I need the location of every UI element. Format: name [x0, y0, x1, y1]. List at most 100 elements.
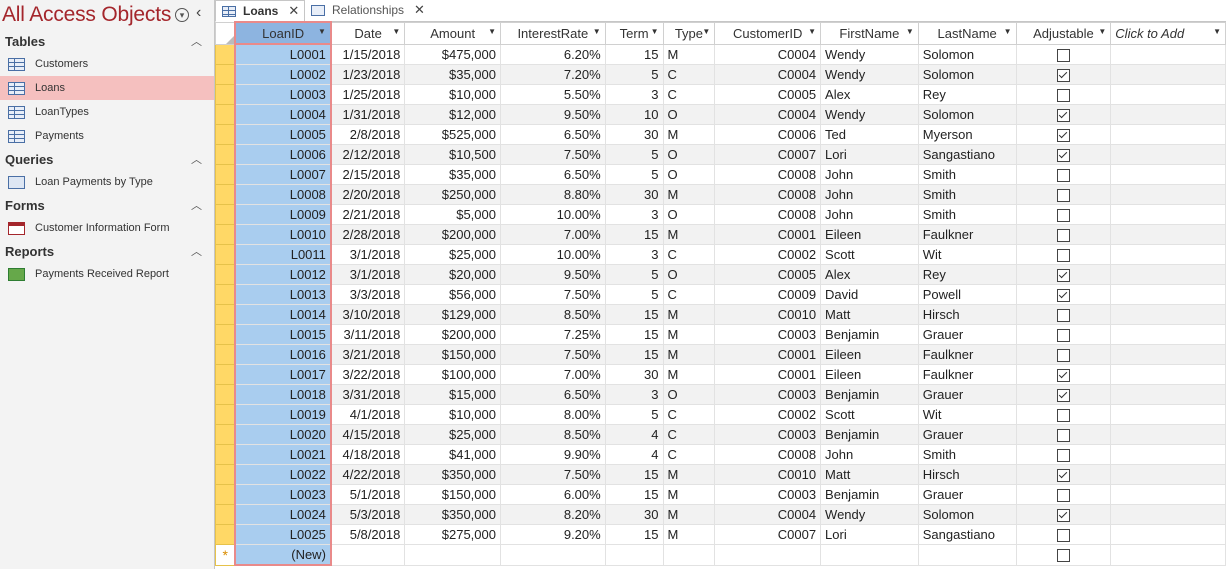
- cell-term[interactable]: 15: [604, 464, 664, 485]
- cell-amount[interactable]: $20,000: [404, 264, 501, 285]
- cell-interestrate[interactable]: 6.50%: [499, 164, 606, 185]
- table-row[interactable]: L0018 3/31/2018 $15,000 6.50% 3 O C0003 Benjami…: [215, 384, 1226, 405]
- cell-lastname[interactable]: Sangastiano: [917, 144, 1017, 165]
- adjustable-checkbox[interactable]: [1056, 89, 1070, 103]
- cell-adjustable[interactable]: [1015, 84, 1112, 105]
- cell-lastname[interactable]: Solomon: [917, 43, 1017, 65]
- cell-adjustable[interactable]: [1015, 184, 1112, 205]
- cell-date[interactable]: 5/8/2018: [330, 524, 406, 545]
- cell-click-to-add[interactable]: [1110, 244, 1226, 265]
- cell-click-to-add[interactable]: [1110, 104, 1226, 125]
- nav-group-reports[interactable]: Reports ︿: [0, 240, 214, 262]
- cell-loanid[interactable]: L0004: [234, 104, 332, 125]
- cell-firstname[interactable]: Scott: [820, 244, 919, 265]
- cell-loanid[interactable]: L0001: [234, 43, 332, 65]
- adjustable-checkbox[interactable]: [1056, 369, 1070, 383]
- cell-date[interactable]: 2/8/2018: [330, 124, 406, 145]
- cell-amount[interactable]: $100,000: [404, 364, 501, 385]
- table-row[interactable]: L0007 2/15/2018 $35,000 6.50% 5 O C0008 John Smi…: [215, 164, 1226, 185]
- cell-adjustable[interactable]: [1015, 224, 1112, 245]
- cell-date[interactable]: 1/25/2018: [330, 84, 406, 105]
- cell-interestrate[interactable]: 8.80%: [499, 184, 606, 205]
- cell-adjustable[interactable]: [1015, 304, 1112, 325]
- cell-click-to-add[interactable]: [1110, 184, 1226, 205]
- cell-loanid[interactable]: L0016: [234, 344, 332, 365]
- adjustable-checkbox[interactable]: [1056, 229, 1070, 243]
- cell-amount[interactable]: $10,000: [404, 84, 501, 105]
- new-cell-lastname[interactable]: [917, 544, 1017, 566]
- cell-customerid[interactable]: C0007: [714, 524, 822, 545]
- cell-interestrate[interactable]: 6.50%: [499, 384, 606, 405]
- cell-type[interactable]: C: [662, 84, 716, 105]
- cell-date[interactable]: 2/12/2018: [330, 144, 406, 165]
- cell-lastname[interactable]: Grauer: [917, 384, 1017, 405]
- cell-adjustable[interactable]: [1015, 504, 1112, 525]
- cell-loanid[interactable]: L0019: [234, 404, 332, 425]
- cell-click-to-add[interactable]: [1110, 404, 1226, 425]
- cell-firstname[interactable]: Eileen: [820, 224, 919, 245]
- table-row[interactable]: L0025 5/8/2018 $275,000 9.20% 15 M C0007 Lori Sa…: [215, 524, 1226, 545]
- cell-type[interactable]: M: [662, 224, 716, 245]
- record-selector[interactable]: [215, 164, 236, 185]
- cell-customerid[interactable]: C0004: [714, 64, 822, 85]
- cell-firstname[interactable]: John: [820, 204, 919, 225]
- adjustable-checkbox[interactable]: [1056, 289, 1070, 303]
- adjustable-checkbox[interactable]: [1056, 449, 1070, 463]
- adjustable-checkbox[interactable]: [1056, 48, 1070, 62]
- table-row[interactable]: L0008 2/20/2018 $250,000 8.80% 30 M C0008 John S…: [215, 184, 1226, 205]
- sort-filter-dropdown-icon[interactable]: ▼: [702, 27, 710, 36]
- adjustable-checkbox[interactable]: [1056, 169, 1070, 183]
- cell-amount[interactable]: $200,000: [404, 324, 501, 345]
- cell-click-to-add[interactable]: [1110, 504, 1226, 525]
- chevron-up-icon[interactable]: ︿: [191, 197, 202, 213]
- table-row[interactable]: L0005 2/8/2018 $525,000 6.50% 30 M C0006 Ted Mye…: [215, 124, 1226, 145]
- cell-amount[interactable]: $200,000: [404, 224, 501, 245]
- nav-title[interactable]: All Access Objects: [2, 3, 171, 27]
- new-cell-type[interactable]: [662, 544, 716, 566]
- sort-filter-dropdown-icon[interactable]: ▼: [808, 27, 816, 36]
- nav-group-tables[interactable]: Tables ︿: [0, 30, 214, 52]
- cell-interestrate[interactable]: 7.50%: [499, 464, 606, 485]
- column-header-loanid[interactable]: LoanID ▼: [234, 21, 332, 45]
- cell-term[interactable]: 15: [604, 324, 664, 345]
- sort-filter-dropdown-icon[interactable]: ▼: [906, 27, 914, 36]
- cell-term[interactable]: 15: [604, 43, 664, 65]
- cell-loanid[interactable]: L0005: [234, 124, 332, 145]
- cell-date[interactable]: 2/15/2018: [330, 164, 406, 185]
- adjustable-checkbox[interactable]: [1056, 509, 1070, 523]
- cell-type[interactable]: O: [662, 104, 716, 125]
- cell-term[interactable]: 30: [604, 364, 664, 385]
- cell-interestrate[interactable]: 7.50%: [499, 284, 606, 305]
- cell-loanid[interactable]: L0021: [234, 444, 332, 465]
- cell-lastname[interactable]: Myerson: [917, 124, 1017, 145]
- cell-loanid[interactable]: L0011: [234, 244, 332, 265]
- cell-loanid[interactable]: L0024: [234, 504, 332, 525]
- chevron-up-icon[interactable]: ︿: [191, 33, 202, 49]
- column-header-date[interactable]: Date ▼: [330, 21, 406, 45]
- cell-lastname[interactable]: Faulkner: [917, 224, 1017, 245]
- cell-firstname[interactable]: Wendy: [820, 504, 919, 525]
- cell-loanid[interactable]: L0008: [234, 184, 332, 205]
- shutter-bar-close-icon[interactable]: ‹: [196, 4, 201, 22]
- sort-filter-dropdown-icon[interactable]: ▼: [1098, 27, 1106, 36]
- cell-click-to-add[interactable]: [1110, 164, 1226, 185]
- column-header-customerid[interactable]: CustomerID ▼: [714, 21, 822, 45]
- column-header-amount[interactable]: Amount ▼: [404, 21, 501, 45]
- cell-click-to-add[interactable]: [1110, 444, 1226, 465]
- cell-adjustable[interactable]: [1015, 364, 1112, 385]
- cell-firstname[interactable]: Matt: [820, 464, 919, 485]
- cell-interestrate[interactable]: 5.50%: [499, 84, 606, 105]
- cell-customerid[interactable]: C0006: [714, 124, 822, 145]
- cell-interestrate[interactable]: 7.00%: [499, 224, 606, 245]
- cell-interestrate[interactable]: 8.50%: [499, 304, 606, 325]
- cell-interestrate[interactable]: 6.20%: [499, 43, 606, 65]
- table-row[interactable]: L0004 1/31/2018 $12,000 9.50% 10 O C0004 Wendy S…: [215, 104, 1226, 125]
- cell-click-to-add[interactable]: [1110, 324, 1226, 345]
- new-cell-interestrate[interactable]: [499, 544, 606, 566]
- adjustable-checkbox[interactable]: [1056, 549, 1070, 563]
- record-selector[interactable]: [215, 344, 236, 365]
- cell-term[interactable]: 30: [604, 184, 664, 205]
- cell-term[interactable]: 30: [604, 504, 664, 525]
- new-cell-term[interactable]: [604, 544, 664, 566]
- cell-type[interactable]: M: [662, 364, 716, 385]
